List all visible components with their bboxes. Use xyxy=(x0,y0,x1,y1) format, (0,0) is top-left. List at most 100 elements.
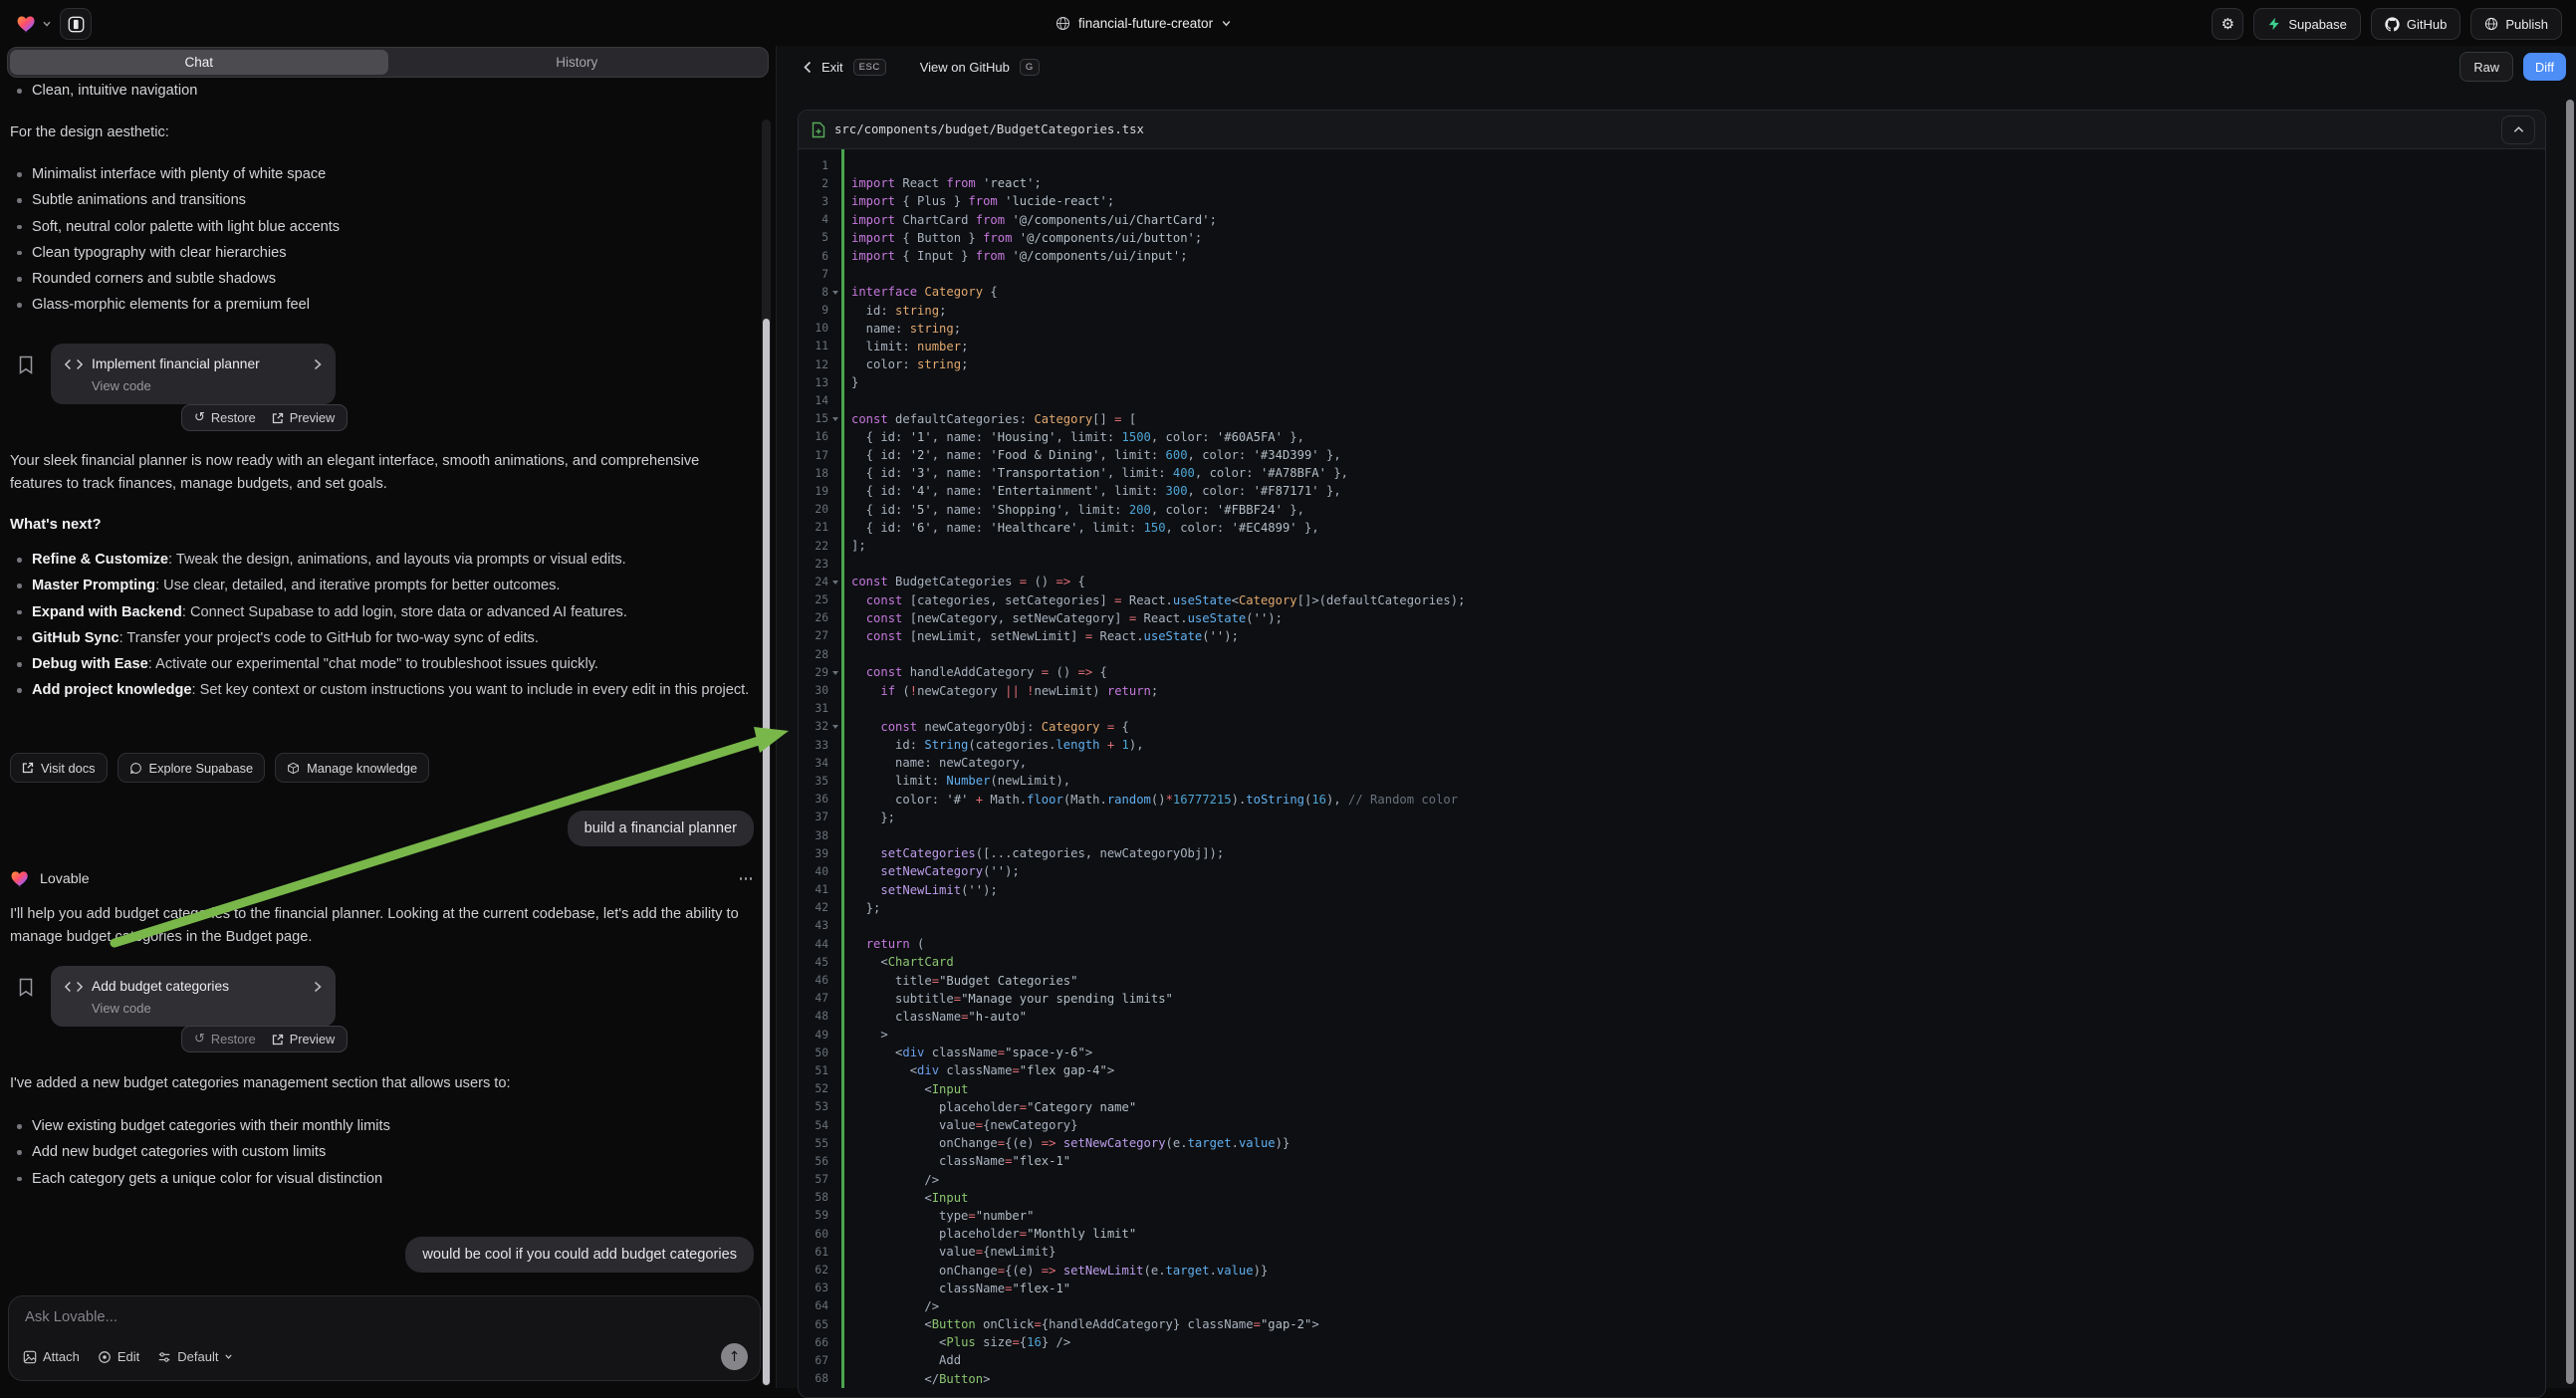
bullet-item: Clean, intuitive navigation xyxy=(10,78,197,104)
bullet-item: Rounded corners and subtle shadows xyxy=(10,266,747,292)
raw-toggle-button[interactable]: Raw xyxy=(2459,52,2513,82)
exit-button[interactable]: Exit xyxy=(821,60,843,75)
manage-knowledge-button[interactable]: Manage knowledge xyxy=(275,753,429,783)
restore-button[interactable]: ↺ Restore xyxy=(194,1032,256,1047)
preview-button[interactable]: Preview xyxy=(272,1032,336,1047)
file-header[interactable]: src/components/budget/BudgetCategories.t… xyxy=(799,111,2545,149)
tab-chat[interactable]: Chat xyxy=(10,50,388,75)
project-name: financial-future-creator xyxy=(1078,16,1213,31)
bullet-item: Debug with Ease: Activate our experiment… xyxy=(10,651,753,677)
bookmark-icon[interactable] xyxy=(18,978,34,997)
chevron-down-icon xyxy=(1221,18,1232,29)
added-paragraph: I've added a new budget categories manag… xyxy=(10,1072,749,1095)
settings-button[interactable]: ⚙ xyxy=(2212,8,2243,40)
github-icon xyxy=(2385,17,2400,32)
bullet-item: Add new budget categories with custom li… xyxy=(10,1139,747,1165)
chevron-up-icon xyxy=(2513,125,2524,133)
bullet-item: Master Prompting: Use clear, detailed, a… xyxy=(10,573,753,598)
assistant-name: Lovable xyxy=(40,871,90,887)
external-link-icon xyxy=(272,412,284,424)
edit-mode-button[interactable]: Edit xyxy=(98,1349,139,1364)
toggle-sidebar-button[interactable] xyxy=(60,8,92,40)
code-line: 68 </Button> xyxy=(799,1370,2545,1388)
chevron-down-icon xyxy=(224,1352,233,1361)
code-line: 3import { Plus } from 'lucide-react'; xyxy=(799,192,2545,210)
more-options-icon[interactable] xyxy=(740,877,753,880)
code-line: 12 color: string; xyxy=(799,355,2545,373)
whats-next-list: Refine & Customize: Tweak the design, an… xyxy=(10,547,753,704)
code-line: 67 Add xyxy=(799,1351,2545,1369)
code-line: 5import { Button } from '@/components/ui… xyxy=(799,229,2545,247)
added-bullet-list: View existing budget categories with the… xyxy=(10,1113,747,1192)
github-button[interactable]: GitHub xyxy=(2371,8,2460,40)
file-plus-icon xyxy=(812,121,825,138)
code-line: 55 onChange={(e) => setNewCategory(e.tar… xyxy=(799,1134,2545,1152)
chat-input[interactable] xyxy=(23,1308,714,1326)
attach-button[interactable]: Attach xyxy=(23,1349,80,1364)
diff-added-gutter xyxy=(841,149,844,1388)
restore-icon: ↺ xyxy=(194,1032,205,1047)
explore-supabase-button[interactable]: Explore Supabase xyxy=(117,753,266,783)
code-line: 39 setCategories([...categories, newCate… xyxy=(799,844,2545,862)
version-card-title: Add budget categories xyxy=(92,979,229,994)
code-line: 57 /> xyxy=(799,1171,2545,1189)
publish-button[interactable]: Publish xyxy=(2470,8,2562,40)
gear-icon: ⚙ xyxy=(2222,17,2234,32)
send-button[interactable]: ↑ xyxy=(721,1343,748,1370)
code-line: 27 const [newLimit, setNewLimit] = React… xyxy=(799,627,2545,645)
code-line: 30 if (!newCategory || !newLimit) return… xyxy=(799,681,2545,699)
code-line: 24const BudgetCategories = () => { xyxy=(799,573,2545,590)
chevron-left-icon[interactable] xyxy=(804,61,812,74)
code-line: 53 placeholder="Category name" xyxy=(799,1098,2545,1116)
version-card-implement-planner[interactable]: Implement financial planner View code xyxy=(51,344,336,404)
project-switcher[interactable]: financial-future-creator xyxy=(1055,0,1232,46)
page-scrollbar-thumb[interactable] xyxy=(2566,100,2574,1384)
collapse-file-button[interactable] xyxy=(2501,116,2535,144)
code-line: 14 xyxy=(799,391,2545,409)
view-on-github-button[interactable]: View on GitHub xyxy=(920,60,1010,75)
code-line: 22]; xyxy=(799,537,2545,555)
code-line: 9 id: string; xyxy=(799,302,2545,320)
bullet-item: Expand with Backend: Connect Supabase to… xyxy=(10,599,753,625)
view-code-link[interactable]: View code xyxy=(92,378,322,393)
version-card-add-budget-categories[interactable]: Add budget categories View code xyxy=(51,966,336,1027)
user-message: build a financial planner xyxy=(568,811,754,846)
file-path: src/components/budget/BudgetCategories.t… xyxy=(834,122,1144,136)
esc-key-badge: ESC xyxy=(853,59,886,76)
external-link-icon xyxy=(272,1034,284,1046)
code-line: 16 { id: '1', name: 'Housing', limit: 15… xyxy=(799,428,2545,446)
bullet-item: View existing budget categories with the… xyxy=(10,1113,747,1139)
lovable-logo-icon[interactable] xyxy=(16,13,52,35)
code-line: 43 xyxy=(799,917,2545,935)
code-line: 42 }; xyxy=(799,899,2545,917)
code-line: 25 const [categories, setCategories] = R… xyxy=(799,591,2545,609)
view-code-link[interactable]: View code xyxy=(92,1001,322,1016)
diff-toggle-button[interactable]: Diff xyxy=(2523,53,2566,81)
code-line: 60 placeholder="Monthly limit" xyxy=(799,1225,2545,1243)
code-line: 52 <Input xyxy=(799,1080,2545,1098)
bullet-item: Refine & Customize: Tweak the design, an… xyxy=(10,547,753,573)
supabase-button[interactable]: Supabase xyxy=(2253,8,2361,40)
preview-button[interactable]: Preview xyxy=(272,410,336,425)
model-selector[interactable]: Default xyxy=(157,1349,233,1364)
bullet-item: Subtle animations and transitions xyxy=(10,187,747,213)
supabase-bolt-icon xyxy=(2267,17,2281,31)
bookmark-icon[interactable] xyxy=(18,355,34,374)
code-line: 6import { Input } from '@/components/ui/… xyxy=(799,247,2545,265)
top-bar: financial-future-creator ⚙ Supabase GitH… xyxy=(0,0,2576,46)
code-editor[interactable]: 12import React from 'react';3import { Pl… xyxy=(799,149,2545,1388)
assistant-header: Lovable xyxy=(10,868,752,889)
code-line: 21 { id: '6', name: 'Healthcare', limit:… xyxy=(799,519,2545,537)
restore-icon: ↺ xyxy=(194,410,205,425)
bullet-item: GitHub Sync: Transfer your project's cod… xyxy=(10,625,753,651)
tab-history[interactable]: History xyxy=(388,50,767,75)
chat-scrollbar-thumb[interactable] xyxy=(763,319,770,1385)
chat-bubble-icon xyxy=(129,762,142,775)
sidebar-icon xyxy=(68,16,85,33)
visit-docs-button[interactable]: Visit docs xyxy=(10,753,108,783)
restore-preview-popover: ↺ Restore Preview xyxy=(181,404,348,431)
code-line: 48 className="h-auto" xyxy=(799,1008,2545,1026)
code-file-card: src/components/budget/BudgetCategories.t… xyxy=(798,110,2546,1398)
code-line: 65 <Button onClick={handleAddCategory} c… xyxy=(799,1315,2545,1333)
restore-button[interactable]: ↺ Restore xyxy=(194,410,256,425)
